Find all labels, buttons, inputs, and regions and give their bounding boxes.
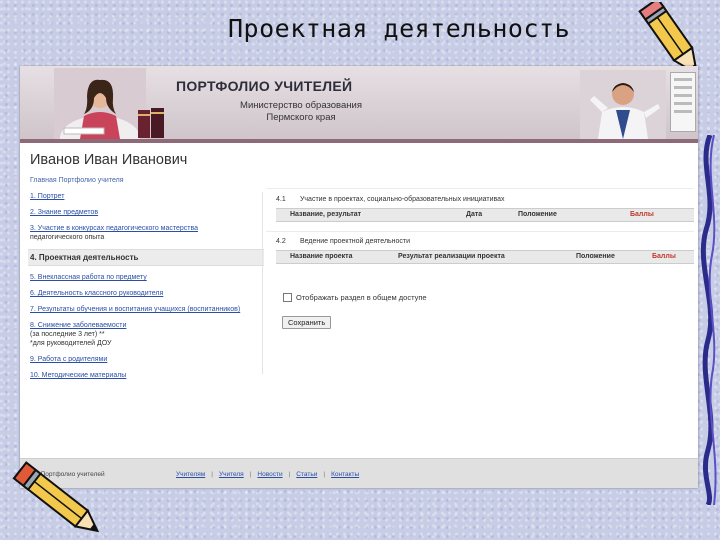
column-header: Положение — [518, 211, 557, 218]
nav-item-portrait[interactable]: 1. Портрет — [30, 192, 262, 201]
section-4-2: 4.2 Ведение проектной деятельности Назва… — [276, 238, 694, 264]
column-header: Результат реализации проекта — [398, 253, 505, 260]
nav-item-parents[interactable]: 9. Работа с родителями — [30, 355, 262, 364]
nav-item-class-teacher[interactable]: 6. Деятельность классного руководителя — [30, 289, 262, 298]
header-divider — [20, 139, 698, 143]
books-icon — [138, 108, 164, 138]
decorative-border-icon — [700, 135, 717, 505]
slide-title: Проектная деятельность — [228, 14, 571, 43]
ministry-line-2: Пермского края — [266, 112, 336, 123]
user-name: Иванов Иван Иванович — [30, 152, 188, 168]
public-access-label: Отображать раздел в общем доступе — [296, 293, 427, 302]
table-header: Название, результат Дата Положение Баллы — [276, 208, 694, 222]
footer-links: Учителям | Учителя | Новости | Статьи | Контакты — [176, 471, 360, 478]
nav-item-contests[interactable]: 3. Участие в конкурсах педагогического м… — [30, 224, 262, 233]
footer-link[interactable]: Учителям — [176, 471, 205, 478]
section-number: 4.2 — [276, 238, 286, 245]
nav-item-contests-subtitle: педагогического опыта — [30, 234, 105, 241]
teacher-man-photo — [580, 70, 666, 139]
section-title: 4.1 Участие в проектах, социально-образо… — [276, 196, 694, 203]
column-header: Баллы — [652, 253, 676, 260]
section-title: 4.2 Ведение проектной деятельности — [276, 238, 694, 245]
column-header: Дата — [466, 211, 483, 218]
footer-link[interactable]: Статьи — [296, 471, 317, 478]
site-title: ПОРТФОЛИО УЧИТЕЛЕЙ — [176, 78, 353, 94]
breadcrumb[interactable]: Главная Портфолио учителя — [30, 177, 124, 184]
section-number: 4.1 — [276, 196, 286, 203]
column-header: Название, результат — [290, 211, 362, 218]
column-header: Баллы — [630, 211, 654, 218]
nav-item-project-activity[interactable]: 4. Проектная деятельность — [28, 249, 264, 266]
nav-item-subject-knowledge[interactable]: 2. Знание предметов — [30, 208, 262, 217]
site-footer: © Портфолио учителей Учителям | Учителя | Но… — [20, 458, 698, 488]
content-divider — [266, 188, 694, 189]
site-header: ПОРТФОЛИО УЧИТЕЛЕЙ Министерство образова… — [20, 66, 698, 140]
sidebar-nav: 1. Портрет 2. Знание предметов 3. Участи… — [28, 192, 264, 387]
public-access-checkbox[interactable] — [283, 293, 292, 302]
section-4-1: 4.1 Участие в проектах, социально-образо… — [276, 196, 694, 222]
whiteboard-image — [670, 72, 696, 132]
save-button[interactable]: Сохранить — [282, 316, 332, 329]
column-header: Положение — [576, 253, 615, 260]
ministry-label: Министерство образования Пермского края — [226, 100, 376, 124]
section-title-text: Ведение проектной деятельности — [299, 238, 411, 245]
sidebar-divider — [262, 192, 263, 374]
ministry-line-1: Министерство образования — [240, 100, 362, 111]
public-access-row: Отображать раздел в общем доступе — [283, 293, 427, 302]
portfolio-screenshot: ПОРТФОЛИО УЧИТЕЛЕЙ Министерство образова… — [20, 66, 698, 488]
teacher-photo — [54, 68, 146, 139]
content-divider — [266, 231, 694, 232]
nav-item-methodical[interactable]: 10. Методические материалы — [30, 371, 262, 380]
nav-item-morbidity-note-2: *для руководителей ДОУ — [30, 340, 112, 347]
table-header: Название проекта Результат реализации пр… — [276, 250, 694, 264]
footer-link[interactable]: Учителя — [219, 471, 244, 478]
section-title-text: Участие в проектах, социально-образовате… — [299, 196, 505, 203]
pencil-icon — [12, 461, 100, 533]
nav-item-morbidity[interactable]: 8. Снижение заболеваемости — [30, 321, 262, 330]
footer-link[interactable]: Новости — [257, 471, 282, 478]
column-header: Название проекта — [290, 253, 353, 260]
nav-item-results[interactable]: 7. Результаты обучения и воспитания учащ… — [30, 305, 262, 314]
footer-link[interactable]: Контакты — [331, 471, 359, 478]
nav-item-extracurricular[interactable]: 5. Внеклассная работа по предмету — [30, 273, 262, 282]
nav-item-morbidity-note: (за последние 3 лет) ** — [30, 331, 105, 338]
